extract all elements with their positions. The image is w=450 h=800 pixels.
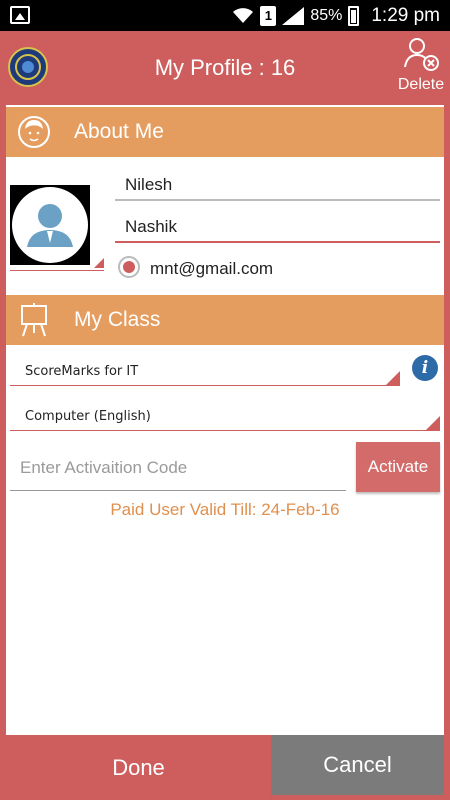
city-value: Nashik [125, 217, 177, 236]
my-class-title: My Class [74, 308, 161, 331]
status-bar: 1 85% 1:29 pm [0, 0, 450, 31]
delete-button[interactable]: Delete [394, 35, 448, 94]
cancel-button[interactable]: Cancel [271, 735, 444, 795]
battery-icon [348, 6, 360, 26]
dropdown-arrow-icon [426, 416, 440, 430]
person-icon [18, 116, 50, 148]
city-field[interactable]: Nashik [115, 217, 440, 243]
app-header: My Profile : 16 Delete [0, 31, 450, 105]
gallery-icon [10, 6, 30, 24]
done-button[interactable]: Done [6, 735, 271, 800]
avatar[interactable] [10, 185, 90, 265]
activation-code-input[interactable] [10, 445, 346, 491]
signal-icon [282, 7, 305, 25]
subject-value: Computer (English) [25, 409, 151, 424]
delete-user-icon [404, 38, 439, 71]
course-value: ScoreMarks for IT [25, 364, 139, 379]
delete-label: Delete [397, 76, 445, 93]
valid-till-text: Paid User Valid Till: 24-Feb-16 [110, 500, 340, 519]
email-radio[interactable] [118, 256, 140, 278]
subject-select-underline [10, 430, 440, 431]
sim-icon: 1 [260, 6, 277, 26]
easel-icon [21, 303, 47, 337]
subject-select[interactable]: Computer (English) [10, 401, 440, 431]
clock: 1:29 pm [371, 5, 440, 26]
city-field-underline [115, 241, 440, 243]
name-field-underline [115, 199, 440, 201]
status-icons: 1 85% 1:29 pm [232, 5, 440, 27]
dropdown-arrow-icon [386, 371, 400, 385]
course-select-underline [10, 385, 400, 386]
course-select[interactable]: ScoreMarks for IT [10, 356, 400, 386]
email-value: mnt@gmail.com [150, 259, 274, 278]
page-title: My Profile : 16 [154, 55, 296, 80]
about-me-title: About Me [74, 120, 164, 143]
about-me-header: About Me [6, 107, 444, 157]
activate-button[interactable]: Activate [356, 442, 440, 492]
avatar-corner-marker [94, 258, 104, 268]
avatar-underline [10, 265, 104, 271]
info-icon[interactable]: i [412, 355, 438, 381]
name-value: Nilesh [125, 175, 173, 194]
profile-card: About Me Nilesh Nashik mnt@gmail.com My … [6, 105, 444, 735]
name-field[interactable]: Nilesh [115, 175, 440, 201]
my-class-header: My Class [6, 295, 444, 345]
user-avatar-icon [12, 187, 88, 263]
wifi-icon [233, 8, 254, 23]
battery-percent: 85% [310, 7, 343, 24]
